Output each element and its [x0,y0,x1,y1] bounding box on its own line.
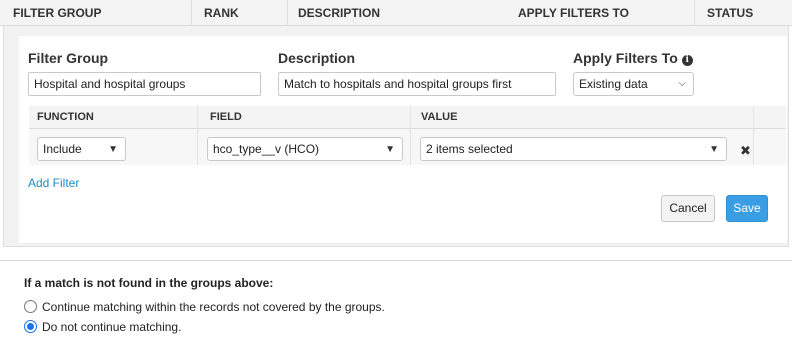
function-selected-value: Include [43,142,82,156]
description-label: Description [278,50,356,66]
continue-matching-label[interactable]: Continue matching within the records not… [42,299,385,315]
caret-down-icon: ▼ [709,144,719,155]
filter-grid-header: FUNCTION FIELD VALUE [29,106,786,129]
do-not-continue-option[interactable]: Do not continue matching. [24,319,224,335]
no-match-question: If a match is not found in the groups ab… [24,276,274,290]
apply-filters-to-selected-value: Existing data [579,77,648,91]
column-divider [694,0,695,26]
filter-group-label: Filter Group [28,50,109,66]
caret-down-icon: ▼ [108,144,118,155]
info-icon[interactable]: i [681,55,693,66]
filter-group-editor-panel: Filter Group Hospital and hospital group… [3,26,789,247]
grid-header-field: FIELD [210,111,242,123]
chevron-down-icon: ⌵ [678,78,686,89]
filter-group-editor-card: Filter Group Hospital and hospital group… [19,36,787,243]
grid-divider [410,129,411,165]
description-input[interactable]: Match to hospitals and hospital groups f… [278,72,556,96]
do-not-continue-radio[interactable] [24,320,37,333]
field-select[interactable]: hco_type__v (HCO) ▼ [207,137,403,161]
column-header-filter-group[interactable]: FILTER GROUP [13,0,101,26]
field-selected-value: hco_type__v (HCO) [213,142,320,156]
continue-matching-radio[interactable] [24,300,37,313]
grid-header-value: VALUE [421,111,458,123]
continue-matching-option[interactable]: Continue matching within the records not… [24,299,424,315]
filter-groups-table-header: FILTER GROUP RANK DESCRIPTION APPLY FILT… [0,0,792,26]
remove-filter-icon[interactable]: ✖ [740,143,751,159]
column-divider [287,0,288,26]
value-multiselect[interactable]: 2 items selected ▼ [420,137,727,161]
apply-filters-to-label-text: Apply Filters To [573,50,678,66]
filter-group-input[interactable]: Hospital and hospital groups [28,72,261,96]
cancel-button[interactable]: Cancel [661,195,715,222]
section-divider [0,260,792,261]
grid-divider [410,106,411,129]
caret-down-icon: ▼ [385,144,395,155]
column-header-rank[interactable]: RANK [204,0,239,26]
column-divider [191,0,192,26]
column-header-apply-filters-to[interactable]: APPLY FILTERS TO [518,0,629,26]
grid-header-function: FUNCTION [37,111,94,123]
grid-divider [753,106,754,129]
grid-divider [197,129,198,165]
grid-divider [197,106,198,129]
column-header-description[interactable]: DESCRIPTION [298,0,380,26]
value-selected-summary: 2 items selected [426,142,513,156]
function-select[interactable]: Include ▼ [37,137,126,161]
column-header-status[interactable]: STATUS [707,0,753,26]
apply-filters-to-select[interactable]: Existing data ⌵ [573,72,694,96]
save-button[interactable]: Save [726,195,768,222]
do-not-continue-label[interactable]: Do not continue matching. [42,319,181,335]
add-filter-link[interactable]: Add Filter [28,176,79,190]
grid-divider [753,129,754,165]
apply-filters-to-label: Apply Filters To i [573,50,693,66]
